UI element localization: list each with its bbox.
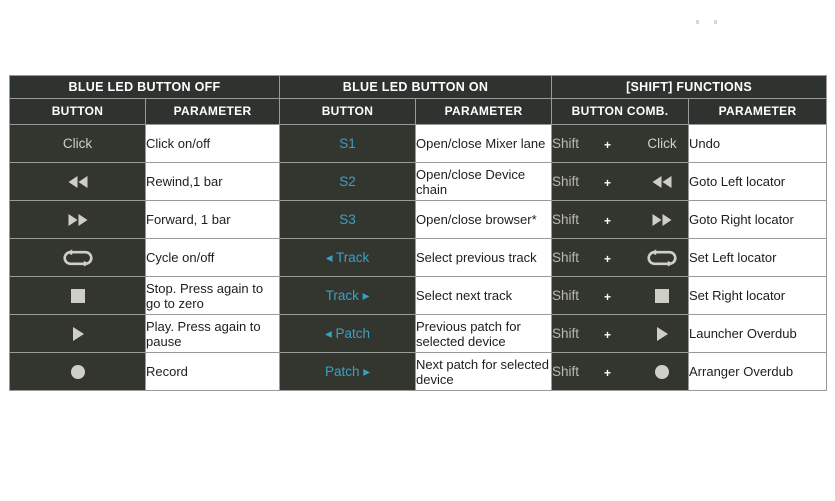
plus-sign: + <box>604 251 612 266</box>
cell-button-on[interactable]: S2 <box>279 162 416 201</box>
table-row: Rewind,1 bar S2 Open/close Device chain Shi… <box>9 162 828 201</box>
cell-button-off[interactable] <box>9 162 146 201</box>
cell-button-combination[interactable]: Shift + <box>551 162 690 201</box>
cell-button-off[interactable] <box>9 352 146 391</box>
col-header-parameter-off: PARAMETER <box>145 98 280 125</box>
cell-parameter-on: Open/close Mixer lane <box>414 124 553 163</box>
combination-key <box>636 213 688 227</box>
cell-button-on[interactable]: S3 <box>279 200 416 239</box>
plus-sign: + <box>604 366 612 380</box>
cell-parameter-shift: Goto Right locator <box>688 200 828 239</box>
cell-button-off[interactable] <box>9 238 146 277</box>
cell-parameter-shift: Set Right locator <box>688 276 828 315</box>
cell-parameter-shift: Arranger Overdub <box>688 352 828 391</box>
group-header-led-off: BLUE LED BUTTON OFF <box>9 75 280 99</box>
group-header-led-on: BLUE LED BUTTON ON <box>278 75 553 99</box>
cell-parameter-off: Stop. Press again to go to zero <box>145 276 280 315</box>
cell-parameter-on: Select previous track <box>414 238 553 277</box>
record-icon <box>636 364 688 380</box>
cell-button-combination[interactable]: Shift + <box>551 200 690 239</box>
cell-button-combination[interactable]: Shift + <box>551 314 690 353</box>
forward-icon <box>636 213 688 227</box>
plus-sign: + <box>604 214 612 228</box>
cell-button-combination[interactable]: Shift + <box>551 276 690 315</box>
cell-button-on[interactable]: Patch ▸ <box>279 352 416 391</box>
group-header-shift-functions: [SHIFT] FUNCTIONS <box>551 75 828 99</box>
table-row: Click Click on/off S1 Open/close Mixer lane… <box>9 124 828 163</box>
table-row: Cycle on/off ◂ Track Select previous track… <box>9 238 828 277</box>
plus-sign: + <box>604 328 612 342</box>
combination-key: Click <box>636 136 688 151</box>
cell-parameter-off: Cycle on/off <box>145 238 280 277</box>
col-header-parameter-shift: PARAMETER <box>688 98 828 125</box>
plus-sign: + <box>604 176 612 190</box>
table-row: Forward, 1 bar S3 Open/close browser* Shift… <box>9 200 828 239</box>
combination-key <box>636 248 688 267</box>
cell-button-on[interactable]: ◂ Patch <box>279 314 416 353</box>
cell-parameter-off: Record <box>145 352 280 391</box>
cell-button-off[interactable] <box>9 200 146 239</box>
page-artifact-marks <box>676 18 736 26</box>
cell-parameter-shift: Goto Left locator <box>688 162 828 201</box>
combination-key <box>636 175 688 189</box>
cycle-loop-icon <box>636 248 688 267</box>
button-reference-table: BLUE LED BUTTON OFF BLUE LED BUTTON ON [… <box>9 75 828 391</box>
col-header-button-on: BUTTON <box>279 98 416 125</box>
play-icon <box>636 326 688 342</box>
combination-key <box>636 288 688 304</box>
col-header-parameter-on: PARAMETER <box>414 98 553 125</box>
table-row: Play. Press again to pause ◂ Patch Previou… <box>9 314 828 353</box>
shift-key-label: Shift <box>552 364 580 379</box>
cell-button-off[interactable] <box>9 276 146 315</box>
cell-button-off[interactable] <box>9 314 146 353</box>
cycle-loop-icon <box>10 248 145 267</box>
rewind-icon <box>636 175 688 189</box>
cell-button-on[interactable]: ◂ Track <box>279 238 416 277</box>
shift-key-label: Shift <box>552 288 580 303</box>
cell-parameter-off: Rewind,1 bar <box>145 162 280 201</box>
cell-parameter-on: Previous patch for selected device <box>414 314 553 353</box>
cell-parameter-on: Open/close Device chain <box>414 162 553 201</box>
cell-button-combination[interactable]: Shift + Click <box>551 124 690 163</box>
table-row: Record Patch ▸ Next patch for selected dev… <box>9 352 828 391</box>
cell-button-on[interactable]: Track ▸ <box>279 276 416 315</box>
record-icon <box>10 364 145 380</box>
cell-parameter-shift: Set Left locator <box>688 238 828 277</box>
shift-key-label: Shift <box>552 212 580 227</box>
combination-key <box>636 364 688 380</box>
cell-button-combination[interactable]: Shift + <box>551 352 690 391</box>
col-header-button-off: BUTTON <box>9 98 146 125</box>
stop-icon <box>10 288 145 304</box>
cell-parameter-on: Next patch for selected device <box>414 352 553 391</box>
shift-key-label: Shift <box>552 174 580 189</box>
cell-parameter-on: Select next track <box>414 276 553 315</box>
shift-key-label: Shift <box>552 326 580 341</box>
play-icon <box>10 326 145 342</box>
table-row: Stop. Press again to go to zero Track ▸ Se… <box>9 276 828 315</box>
cell-parameter-off: Forward, 1 bar <box>145 200 280 239</box>
cell-parameter-off: Play. Press again to pause <box>145 314 280 353</box>
shift-key-label: Shift <box>552 250 580 265</box>
table-group-header-row: BLUE LED BUTTON OFF BLUE LED BUTTON ON [… <box>9 75 828 99</box>
stop-icon <box>636 288 688 304</box>
cell-parameter-off: Click on/off <box>145 124 280 163</box>
col-header-button-comb: BUTTON COMB. <box>551 98 690 125</box>
plus-sign: + <box>604 290 612 304</box>
rewind-icon <box>10 175 145 189</box>
combination-key <box>636 326 688 342</box>
table-body: Click Click on/off S1 Open/close Mixer lane… <box>9 124 828 391</box>
plus-sign: + <box>604 138 612 152</box>
shift-key-label: Shift <box>552 136 580 151</box>
cell-parameter-shift: Launcher Overdub <box>688 314 828 353</box>
cell-button-combination[interactable]: Shift + <box>551 238 690 277</box>
cell-button-on[interactable]: S1 <box>279 124 416 163</box>
cell-parameter-on: Open/close browser* <box>414 200 553 239</box>
cell-parameter-shift: Undo <box>688 124 828 163</box>
button-off-label: Click <box>62 136 93 151</box>
cell-button-off[interactable]: Click <box>9 124 146 163</box>
combination-key-label: Click <box>647 136 677 151</box>
table-sub-header-row: BUTTON PARAMETER BUTTON PARAMETER BUTTON… <box>9 98 828 125</box>
forward-icon <box>10 213 145 227</box>
